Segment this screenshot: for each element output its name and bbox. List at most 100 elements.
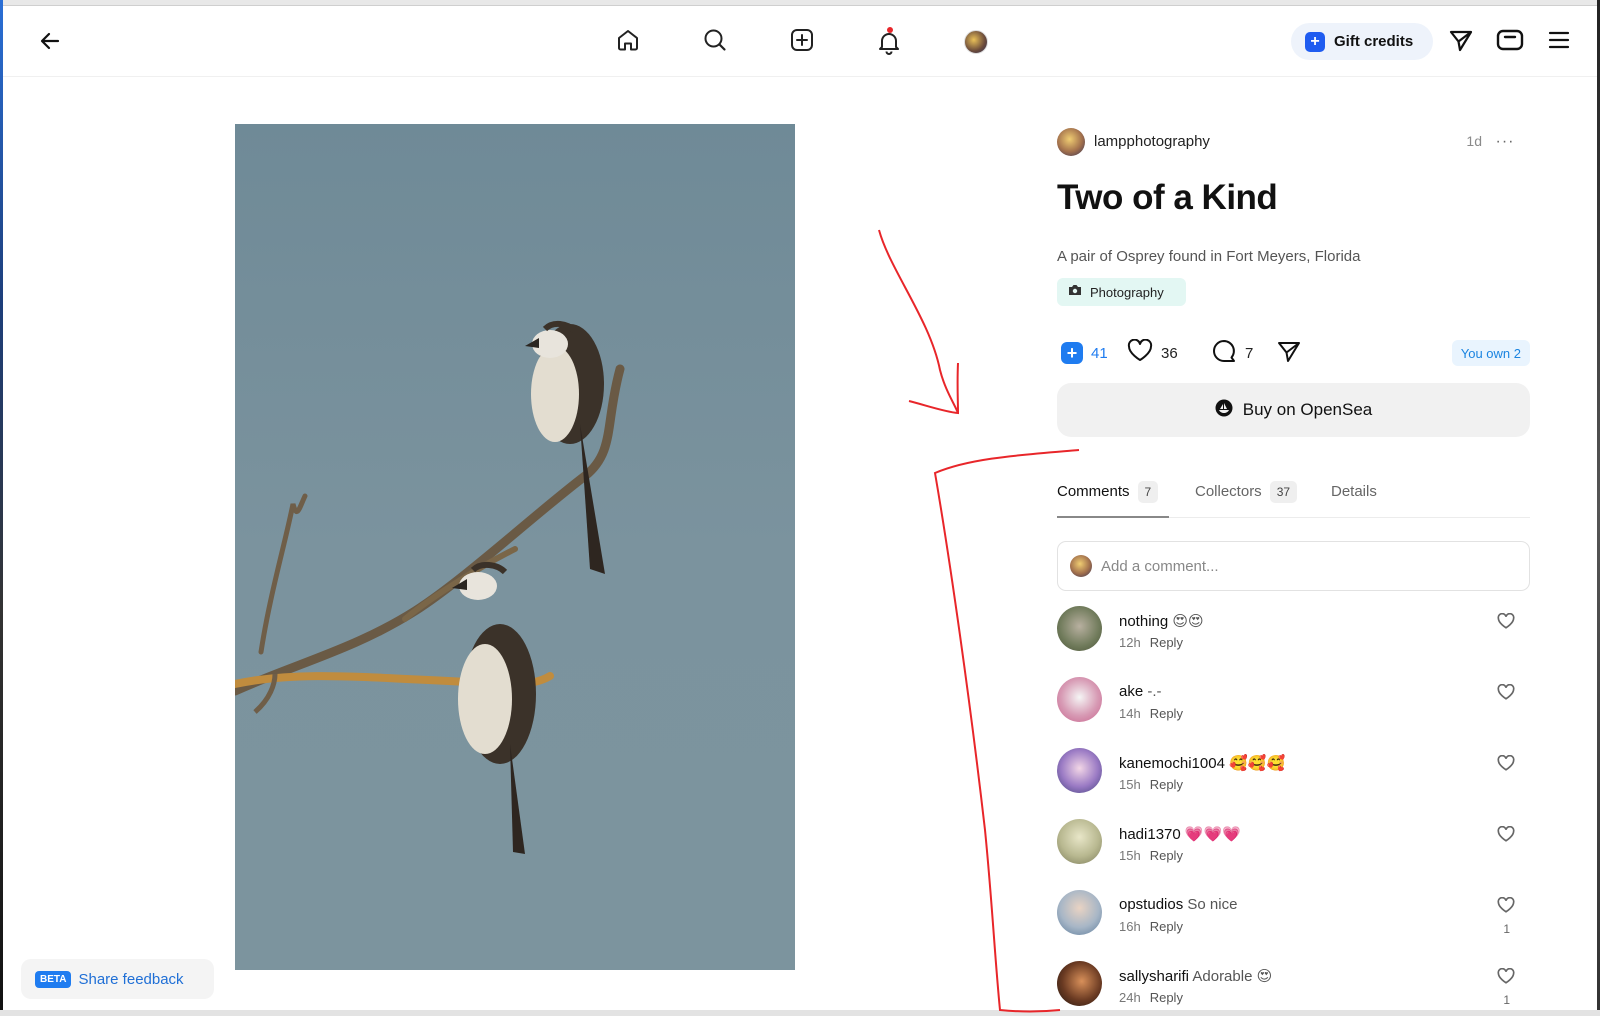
comment-bubble-icon: [1211, 338, 1237, 369]
reply-button[interactable]: Reply: [1150, 777, 1183, 792]
share-feedback-label: Share feedback: [78, 970, 184, 988]
tab-collectors-label: Collectors: [1195, 483, 1262, 500]
avatar[interactable]: [1057, 748, 1102, 793]
reply-button[interactable]: Reply: [1150, 635, 1183, 650]
post-photo[interactable]: [230, 124, 795, 970]
nav-home-button[interactable]: [612, 26, 644, 58]
camera-icon: [1068, 283, 1082, 301]
avatar[interactable]: [1057, 890, 1102, 935]
author-name[interactable]: lampphotography: [1094, 133, 1210, 150]
avatar[interactable]: [1057, 961, 1102, 1006]
nav-notifications-button[interactable]: [873, 26, 905, 58]
comment-username[interactable]: nothing: [1119, 613, 1168, 630]
heart-icon: [1497, 967, 1515, 990]
heart-icon: [1497, 754, 1515, 777]
reply-button[interactable]: Reply: [1150, 706, 1183, 721]
menu-icon: [1547, 28, 1571, 57]
tab-details[interactable]: Details: [1331, 478, 1377, 518]
comment-input[interactable]: Add a comment...: [1057, 541, 1530, 591]
beta-badge: BETA: [35, 970, 72, 988]
comment-item: kanemochi1004 🥰🥰🥰 15h Reply: [1057, 748, 1530, 808]
heart-icon: [1497, 612, 1515, 635]
comment-item: hadi1370 💗💗💗 15h Reply: [1057, 819, 1530, 879]
comment-username[interactable]: hadi1370: [1119, 826, 1181, 843]
author-avatar[interactable]: [1057, 128, 1085, 156]
comment-text: -.-: [1147, 683, 1162, 700]
ownership-badge: You own 2: [1451, 340, 1530, 366]
more-horizontal-icon: ···: [1495, 133, 1515, 150]
avatar: [1070, 555, 1092, 577]
comment-like-count: 1: [1503, 922, 1510, 936]
heart-icon: [1497, 825, 1515, 848]
comment-time: 15h: [1119, 848, 1141, 863]
comment-text: 💗💗💗: [1184, 826, 1241, 843]
gift-credits-button[interactable]: + Gift credits: [1291, 23, 1433, 60]
comment-input-placeholder: Add a comment...: [1101, 557, 1219, 575]
share-feedback-button[interactable]: BETA Share feedback: [21, 959, 214, 999]
comment-item: nothing 😍😍 12h Reply: [1057, 606, 1530, 666]
back-button[interactable]: [35, 28, 65, 58]
comment-username[interactable]: sallysharifi: [1119, 968, 1189, 985]
author-row: lampphotography 1d ···: [1057, 127, 1530, 157]
comment-like-button[interactable]: [1494, 612, 1518, 636]
send-icon: [1448, 27, 1474, 58]
avatar[interactable]: [1057, 819, 1102, 864]
nav-search-button[interactable]: [699, 26, 731, 58]
tab-comments[interactable]: Comments 7: [1057, 478, 1169, 518]
comment-username[interactable]: kanemochi1004: [1119, 755, 1225, 772]
comment-text: Adorable 😍: [1192, 968, 1273, 985]
comment-username[interactable]: ake: [1119, 683, 1143, 700]
nav-create-button[interactable]: [786, 26, 818, 58]
comment-time: 24h: [1119, 990, 1141, 1005]
avatar[interactable]: [1057, 606, 1102, 651]
comment-like-button[interactable]: [1494, 896, 1518, 920]
tab-collectors[interactable]: Collectors 37: [1195, 478, 1298, 518]
top-navigation-bar: + Gift credits: [3, 6, 1597, 77]
like-button[interactable]: 36: [1127, 338, 1178, 368]
post-time: 1d: [1466, 133, 1482, 149]
post-actions: + 41 36 7 You own 2: [1058, 338, 1530, 368]
reply-button[interactable]: Reply: [1150, 919, 1183, 934]
wallet-icon: [1496, 27, 1524, 58]
comment-item: ake -.- 14h Reply: [1057, 677, 1530, 737]
heart-icon: [1497, 896, 1515, 919]
comment-username[interactable]: opstudios: [1119, 896, 1183, 913]
tab-collectors-count: 37: [1269, 481, 1298, 503]
plus-square-icon: [789, 27, 815, 58]
detail-tabs: Comments 7 Collectors 37 Details: [1057, 478, 1530, 518]
comment-like-button[interactable]: [1494, 825, 1518, 849]
comment-like-button[interactable]: [1494, 967, 1518, 991]
opensea-logo-icon: [1215, 399, 1233, 422]
more-options-button[interactable]: ···: [1490, 127, 1520, 157]
share-button[interactable]: [1276, 338, 1302, 368]
post-title: Two of a Kind: [1057, 178, 1278, 217]
comment-item: sallysharifi Adorable 😍 24h Reply 1: [1057, 961, 1530, 1016]
comment-time: 16h: [1119, 919, 1141, 934]
comment-like-button[interactable]: [1494, 754, 1518, 778]
send-button[interactable]: [1445, 26, 1477, 58]
wallet-button[interactable]: [1494, 26, 1526, 58]
send-icon: [1276, 338, 1302, 369]
notification-dot: [887, 27, 893, 33]
comment-like-button[interactable]: [1494, 683, 1518, 707]
search-icon: [702, 27, 728, 58]
reply-button[interactable]: Reply: [1150, 990, 1183, 1005]
window-left-edge: [0, 0, 3, 1016]
comment-count: 7: [1245, 344, 1254, 362]
buy-on-opensea-button[interactable]: Buy on OpenSea: [1057, 383, 1530, 437]
home-icon: [615, 27, 641, 58]
collect-button[interactable]: + 41: [1061, 338, 1108, 368]
comment-like-count: 1: [1503, 993, 1510, 1007]
category-tag[interactable]: Photography: [1057, 278, 1186, 306]
avatar[interactable]: [1057, 677, 1102, 722]
tab-comments-count: 7: [1137, 481, 1159, 503]
comment-text: 🥰🥰🥰: [1229, 755, 1286, 772]
reply-button[interactable]: Reply: [1150, 848, 1183, 863]
comment-text: 😍😍: [1172, 613, 1204, 630]
comment-button[interactable]: 7: [1211, 338, 1253, 368]
osprey-photo-illustration: [230, 321, 625, 854]
post-description: A pair of Osprey found in Fort Meyers, F…: [1057, 248, 1361, 265]
nav-profile-button[interactable]: [960, 26, 992, 58]
like-count: 36: [1161, 344, 1178, 362]
menu-button[interactable]: [1543, 26, 1575, 58]
